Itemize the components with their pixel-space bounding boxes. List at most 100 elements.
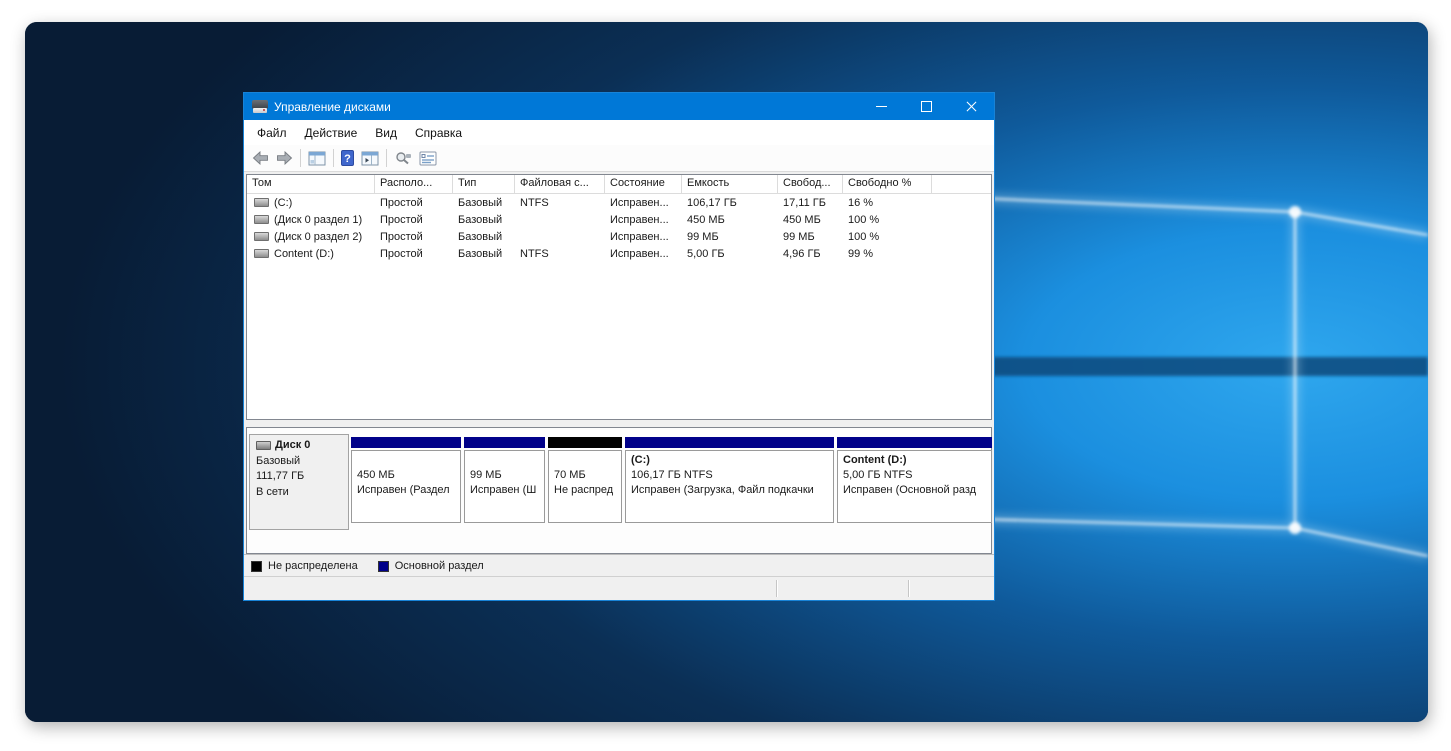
legend-primary-label: Основной раздел xyxy=(394,560,484,572)
help-icon[interactable]: ? xyxy=(341,150,354,166)
volume-layout: Простой xyxy=(380,230,423,243)
disk-status: В сети xyxy=(256,485,289,498)
minimize-icon xyxy=(876,106,887,107)
volume-icon xyxy=(254,249,269,258)
column-header-status[interactable]: Состояние xyxy=(605,175,682,193)
status-bar xyxy=(244,576,994,600)
menu-view[interactable]: Вид xyxy=(366,122,406,144)
volume-capacity: 5,00 ГБ xyxy=(687,247,725,260)
status-bar-divider xyxy=(776,580,777,597)
partition-size: 99 МБ xyxy=(470,469,502,481)
legend-unallocated-swatch xyxy=(251,560,262,572)
table-row[interactable]: (Диск 0 раздел 2) Простой Базовый Исправ… xyxy=(247,228,991,245)
volume-icon xyxy=(254,215,269,224)
partition-status: Исправен (Раздел xyxy=(357,484,450,496)
volume-type: Базовый xyxy=(458,213,503,226)
column-header-layout[interactable]: Располо... xyxy=(375,175,453,193)
partition-unallocated[interactable]: 70 МБ Не распред xyxy=(548,437,622,523)
partition-name: (C:) xyxy=(631,454,650,466)
legend-unallocated-label: Не распределена xyxy=(268,560,358,572)
window-title: Управление дисками xyxy=(274,99,391,114)
disk-icon xyxy=(256,441,271,451)
partition-color-bar xyxy=(464,437,545,448)
column-header-type[interactable]: Тип xyxy=(453,175,515,193)
disk-type: Базовый xyxy=(256,454,301,467)
partition-status: Не распред xyxy=(554,484,614,496)
toolbar-separator xyxy=(386,149,387,167)
menu-help[interactable]: Справка xyxy=(406,122,471,144)
volume-capacity: 99 МБ xyxy=(687,230,719,243)
disk-management-app-icon xyxy=(252,100,268,113)
column-header-filesystem[interactable]: Файловая с... xyxy=(515,175,605,193)
menu-action[interactable]: Действие xyxy=(296,122,367,144)
volume-free-pct: 100 % xyxy=(848,213,880,226)
partition-c[interactable]: (C:) 106,17 ГБ NTFS Исправен (Загрузка, … xyxy=(625,437,834,523)
properties-icon[interactable] xyxy=(419,151,437,166)
volume-capacity: 450 МБ xyxy=(687,213,725,226)
volume-icon xyxy=(254,198,269,207)
column-header-capacity[interactable]: Емкость xyxy=(682,175,778,193)
volume-name: Content (D:) xyxy=(274,247,334,260)
volume-type: Базовый xyxy=(458,230,503,243)
column-header-filler xyxy=(932,175,991,193)
desktop-wallpaper: Управление дисками Файл Действие Вид Спр… xyxy=(25,22,1428,722)
partition-name xyxy=(554,453,621,468)
partition-size: 450 МБ xyxy=(357,469,395,481)
table-row[interactable]: Content (D:) Простой Базовый NTFS Исправ… xyxy=(247,245,991,262)
volume-name: (Диск 0 раздел 1) xyxy=(274,213,363,226)
volume-icon xyxy=(254,232,269,241)
partition-color-bar xyxy=(548,437,622,448)
volume-type: Базовый xyxy=(458,196,503,209)
partition-status: Исправен (Основной разд xyxy=(843,484,977,496)
svg-text:?: ? xyxy=(344,153,351,165)
volume-free-pct: 99 % xyxy=(848,247,874,260)
volume-status: Исправен... xyxy=(610,247,669,260)
volume-name: (C:) xyxy=(274,196,293,209)
title-bar[interactable]: Управление дисками xyxy=(244,93,994,120)
toolbar-separator xyxy=(300,149,301,167)
volume-status: Исправен... xyxy=(610,230,669,243)
partition-status: Исправен (Загрузка, Файл подкачки xyxy=(631,484,814,496)
close-button[interactable] xyxy=(949,93,994,120)
partition-content-d[interactable]: Content (D:) 5,00 ГБ NTFS Исправен (Осно… xyxy=(837,437,992,523)
partition-strip: 450 МБ Исправен (Раздел 99 МБ Исправен (… xyxy=(351,437,992,523)
volume-free: 450 МБ xyxy=(783,213,821,226)
volume-name: (Диск 0 раздел 2) xyxy=(274,230,363,243)
action-pane-icon[interactable] xyxy=(361,151,379,166)
column-header-free[interactable]: Свобод... xyxy=(778,175,843,193)
disk-name: Диск 0 xyxy=(275,439,311,451)
back-icon[interactable] xyxy=(252,151,269,165)
disk-size: 111,77 ГБ xyxy=(256,470,305,482)
volume-layout: Простой xyxy=(380,213,423,226)
volume-layout: Простой xyxy=(380,196,423,209)
legend-primary-swatch xyxy=(377,560,389,572)
disk0-label-panel[interactable]: Диск 0 Базовый 111,77 ГБ В сети xyxy=(249,434,349,530)
forward-icon[interactable] xyxy=(276,151,293,165)
column-header-volume[interactable]: Том xyxy=(247,175,375,193)
console-tree-icon[interactable] xyxy=(308,151,326,166)
maximize-icon xyxy=(921,101,932,112)
partition-color-bar xyxy=(625,437,834,448)
volume-free: 4,96 ГБ xyxy=(783,247,821,260)
volume-free: 17,11 ГБ xyxy=(783,196,826,209)
search-icon[interactable] xyxy=(394,151,412,166)
volume-layout: Простой xyxy=(380,247,423,260)
partition-size: 70 МБ xyxy=(554,469,586,481)
minimize-button[interactable] xyxy=(859,93,904,120)
table-row[interactable]: (Диск 0 раздел 1) Простой Базовый Исправ… xyxy=(247,211,991,228)
partition-efi[interactable]: 99 МБ Исправен (Ш xyxy=(464,437,545,523)
volume-status: Исправен... xyxy=(610,213,669,226)
volume-capacity: 106,17 ГБ xyxy=(687,196,737,209)
table-row[interactable]: (C:) Простой Базовый NTFS Исправен... 10… xyxy=(247,194,991,211)
maximize-button[interactable] xyxy=(904,93,949,120)
partition-name: Content (D:) xyxy=(843,454,907,466)
column-header-free-pct[interactable]: Свободно % xyxy=(843,175,932,193)
close-icon xyxy=(966,101,977,112)
volume-list-header: Том Располо... Тип Файловая с... Состоян… xyxy=(247,175,991,194)
partition-recovery[interactable]: 450 МБ Исправен (Раздел xyxy=(351,437,461,523)
disk-management-window: Управление дисками Файл Действие Вид Спр… xyxy=(243,92,995,601)
menu-file[interactable]: Файл xyxy=(248,122,296,144)
partition-status: Исправен (Ш xyxy=(470,484,537,496)
partition-size: 5,00 ГБ NTFS xyxy=(843,469,913,481)
partition-color-bar xyxy=(351,437,461,448)
